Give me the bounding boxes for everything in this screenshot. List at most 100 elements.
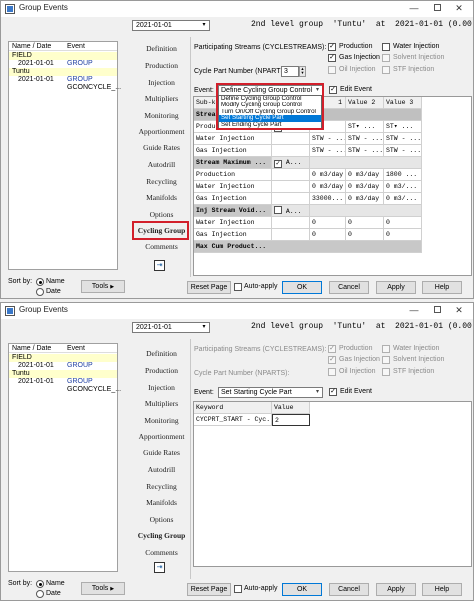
tab-injection[interactable]: Injection — [134, 76, 189, 89]
solvent-injection-checkbox[interactable] — [382, 54, 390, 62]
tab-guide-rates[interactable]: Guide Rates — [134, 141, 189, 154]
grid-cell[interactable]: ST▾ ... — [384, 121, 422, 133]
tab-guide-rates[interactable]: Guide Rates — [134, 446, 189, 459]
minimize-button[interactable]: — — [408, 3, 420, 14]
reset-page-button[interactable]: Reset Page — [187, 583, 231, 596]
tree-row-tuntu-date[interactable]: 2021-01-01 GROUP — [9, 378, 117, 386]
edit-event-checkbox[interactable]: ✓ — [329, 388, 337, 396]
sort-name-radio[interactable] — [36, 580, 44, 588]
close-button[interactable]: ✕ — [453, 305, 465, 316]
pin-icon[interactable]: ⇥ — [154, 260, 165, 271]
grid-cell[interactable]: 0 m3/day — [346, 193, 384, 205]
tree-row-tuntu[interactable]: Tuntu — [9, 370, 117, 378]
maximize-button[interactable] — [431, 305, 443, 316]
grid-cell[interactable]: 1800 ... — [384, 169, 422, 181]
reset-page-button[interactable]: Reset Page — [187, 281, 231, 294]
date-select[interactable]: 2021-01-01 ▾ — [132, 322, 210, 333]
maximize-button[interactable] — [431, 3, 443, 14]
grid-cell[interactable]: ST▾ ... — [346, 121, 384, 133]
grid-checkbox-cell[interactable]: A... — [272, 205, 310, 217]
tab-injection[interactable]: Injection — [134, 381, 189, 394]
auto-apply-checkbox[interactable] — [234, 585, 242, 593]
grid-cell-value[interactable]: 2 — [272, 414, 310, 426]
tab-options[interactable]: Options — [134, 208, 189, 221]
ok-button[interactable]: OK — [282, 281, 322, 294]
tab-apportionment[interactable]: Apportionment — [134, 125, 189, 138]
event-tree[interactable]: Name / Date Event FIELD 2021-01-01 GROUP … — [8, 343, 121, 572]
tab-comments[interactable]: Comments — [134, 546, 189, 559]
grid-cell[interactable]: STW - ... — [384, 145, 422, 157]
grid-cell[interactable]: 0 — [384, 217, 422, 229]
tools-button[interactable]: Tools ▶ — [81, 582, 125, 595]
grid-cell[interactable]: 0 m3/day — [310, 181, 346, 193]
tab-monitoring[interactable]: Monitoring — [134, 414, 189, 427]
close-button[interactable]: ✕ — [453, 3, 465, 14]
oil-injection-checkbox[interactable] — [328, 66, 336, 74]
gas-injection-checkbox[interactable]: ✓ — [328, 54, 336, 62]
production-checkbox[interactable]: ✓ — [328, 43, 336, 51]
grid-cell[interactable]: 0 — [346, 217, 384, 229]
grid-cell[interactable]: 0 m3/day — [346, 169, 384, 181]
sort-name-radio[interactable] — [36, 278, 44, 286]
cycle-part-spinner[interactable]: ▲ ▼ — [299, 66, 306, 77]
tools-button[interactable]: Tools ▶ — [81, 280, 125, 293]
ok-button[interactable]: OK — [282, 583, 322, 596]
tab-options[interactable]: Options — [134, 513, 189, 526]
oil-injection-checkbox[interactable] — [328, 368, 336, 376]
grid-checkbox-cell[interactable]: ✓ A... — [272, 157, 310, 169]
cancel-button[interactable]: Cancel — [329, 281, 369, 294]
date-select[interactable]: 2021-01-01 ▾ — [132, 20, 210, 31]
apply-button[interactable]: Apply — [376, 281, 416, 294]
tree-row-field[interactable]: FIELD — [9, 52, 117, 60]
tree-row-field-date[interactable]: 2021-01-01 GROUP — [9, 60, 117, 68]
tree-row-field[interactable]: FIELD — [9, 354, 117, 362]
grid-cell[interactable]: 0 — [310, 217, 346, 229]
tab-multipliers[interactable]: Multipliers — [134, 92, 189, 105]
solvent-injection-checkbox[interactable] — [382, 356, 390, 364]
tab-comments[interactable]: Comments — [134, 240, 189, 253]
tab-recycling[interactable]: Recycling — [134, 175, 189, 188]
tab-manifolds[interactable]: Manifolds — [134, 191, 189, 204]
tab-autodrill[interactable]: Autodrill — [134, 463, 189, 476]
grid-cell[interactable]: 33000... — [310, 193, 346, 205]
grid-cell[interactable]: 0 — [384, 229, 422, 241]
grid-cell[interactable]: 0 m3/day — [310, 169, 346, 181]
tab-production[interactable]: Production — [134, 59, 189, 72]
apply-button[interactable]: Apply — [376, 583, 416, 596]
tab-cycling-group[interactable]: Cycling Group — [134, 529, 189, 542]
row-checkbox[interactable] — [274, 206, 282, 214]
cancel-button[interactable]: Cancel — [329, 583, 369, 596]
pin-icon[interactable]: ⇥ — [154, 562, 165, 573]
tree-row-gconcycle[interactable]: GCONCYCLE_... — [9, 386, 121, 394]
stf-injection-checkbox[interactable] — [382, 368, 390, 376]
grid-cell[interactable]: STW - ... — [346, 145, 384, 157]
grid-cell[interactable]: STW - ... — [384, 133, 422, 145]
tab-production[interactable]: Production — [134, 364, 189, 377]
tab-definition[interactable]: Definition — [134, 42, 189, 55]
keyword-grid[interactable]: Keyword Value CYCPRT_START - Cyc... 2 — [193, 401, 472, 567]
grid-cell[interactable]: 0 — [346, 229, 384, 241]
gas-injection-checkbox[interactable]: ✓ — [328, 356, 336, 364]
event-tree[interactable]: Name / Date Event FIELD 2021-01-01 GROUP … — [8, 41, 121, 270]
grid-cell[interactable]: STW - ... — [310, 145, 346, 157]
stf-injection-checkbox[interactable] — [382, 66, 390, 74]
tab-recycling[interactable]: Recycling — [134, 480, 189, 493]
edit-event-checkbox[interactable]: ✓ — [329, 86, 337, 94]
water-injection-checkbox[interactable] — [382, 43, 390, 51]
help-button[interactable]: Help — [422, 281, 462, 294]
grid-cell[interactable]: 0 m3/day — [346, 181, 384, 193]
tab-apportionment[interactable]: Apportionment — [134, 430, 189, 443]
water-injection-checkbox[interactable] — [382, 345, 390, 353]
tab-autodrill[interactable]: Autodrill — [134, 158, 189, 171]
grid-cell[interactable]: 0 m3/... — [384, 193, 422, 205]
tab-monitoring[interactable]: Monitoring — [134, 109, 189, 122]
grid-cell[interactable]: STW - ... — [346, 133, 384, 145]
tree-row-gconcycle[interactable]: GCONCYCLE_... — [9, 84, 121, 92]
tab-multipliers[interactable]: Multipliers — [134, 397, 189, 410]
sort-date-radio[interactable] — [36, 590, 44, 598]
production-checkbox[interactable]: ✓ — [328, 345, 336, 353]
help-button[interactable]: Help — [422, 583, 462, 596]
tab-definition[interactable]: Definition — [134, 347, 189, 360]
grid-cell[interactable]: 0 — [310, 229, 346, 241]
row-checkbox[interactable]: ✓ — [274, 160, 282, 168]
